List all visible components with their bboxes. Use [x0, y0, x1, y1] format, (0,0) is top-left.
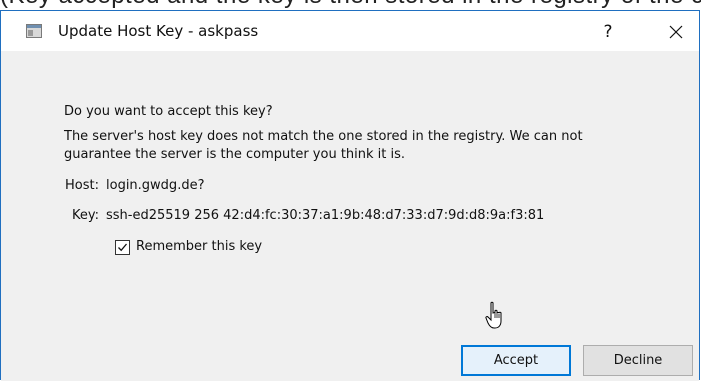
- remember-key-label[interactable]: Remember this key: [136, 238, 262, 255]
- checkmark-icon: [118, 243, 127, 252]
- warning-message-line-2: guarantee the server is the computer you…: [64, 147, 406, 162]
- host-value: login.gwdg.de?: [106, 178, 205, 193]
- warning-message-line-1: The server's host key does not match the…: [64, 129, 583, 144]
- dialog-content: Do you want to accept this key? The serv…: [1, 51, 699, 381]
- question-text: Do you want to accept this key?: [64, 104, 273, 119]
- update-host-key-dialog: Update Host Key - askpass ? Do you want …: [0, 10, 700, 381]
- dialog-title: Update Host Key - askpass: [58, 22, 259, 40]
- key-fingerprint-value: ssh-ed25519 256 42:d4:fc:30:37:a1:9b:48:…: [106, 208, 545, 223]
- decline-button[interactable]: Decline: [583, 345, 693, 376]
- accept-button[interactable]: Accept: [461, 345, 571, 376]
- remember-key-checkbox[interactable]: [115, 240, 130, 255]
- host-label: Host:: [65, 178, 99, 193]
- key-label: Key:: [71, 208, 99, 223]
- close-button[interactable]: [656, 18, 696, 46]
- background-window-text: (Key accepted and the key is then stored…: [0, 0, 701, 8]
- app-window-icon: [26, 24, 42, 38]
- title-bar[interactable]: Update Host Key - askpass ?: [1, 11, 699, 51]
- close-icon: [669, 25, 683, 39]
- help-button[interactable]: ?: [588, 18, 628, 46]
